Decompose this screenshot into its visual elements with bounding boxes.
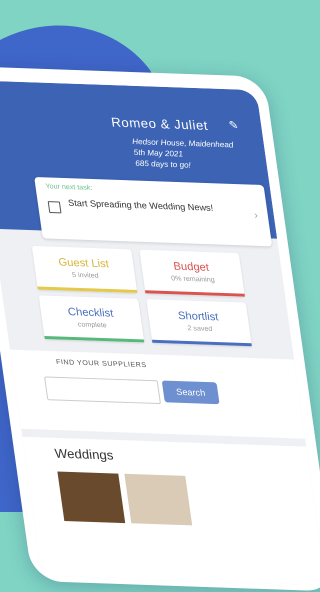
- task-label: Your next task:: [45, 183, 93, 192]
- countdown-text: 685 days to go!: [134, 158, 192, 170]
- shortlist-tile[interactable]: Shortlist 2 saved: [146, 299, 252, 347]
- wedding-image[interactable]: [124, 473, 193, 526]
- suppliers-label: FIND YOUR SUPPLIERS: [55, 359, 148, 370]
- couple-names: Romeo & Juliet: [110, 114, 209, 133]
- supplier-search-input[interactable]: [44, 376, 162, 405]
- task-checkbox[interactable]: [47, 201, 62, 214]
- shortlist-bar: [151, 339, 252, 347]
- phone-mockup: Romeo & Juliet ✎ Hedsor House, Maidenhea…: [0, 66, 320, 592]
- checklist-sub: complete: [77, 321, 108, 330]
- shortlist-sub: 2 saved: [187, 325, 213, 334]
- checklist-title: Checklist: [67, 306, 115, 320]
- weddings-section: Weddings: [22, 436, 320, 586]
- guest-list-tile[interactable]: Guest List 5 invited: [31, 245, 138, 293]
- checklist-bar: [44, 335, 145, 343]
- next-task-card[interactable]: Your next task: Start Spreading the Wedd…: [34, 176, 273, 247]
- checklist-tile[interactable]: Checklist complete: [38, 295, 145, 343]
- guest-list-title: Guest List: [57, 256, 110, 271]
- task-text: Start Spreading the Wedding News!: [67, 197, 214, 213]
- search-button[interactable]: Search: [161, 380, 220, 405]
- wedding-date: 5th May 2021: [133, 147, 184, 159]
- weddings-title: Weddings: [53, 445, 115, 463]
- budget-tile[interactable]: Budget 0% remaining: [139, 249, 245, 297]
- guest-list-sub: 5 invited: [71, 271, 100, 280]
- wedding-image[interactable]: [57, 471, 126, 524]
- shortlist-title: Shortlist: [177, 310, 220, 324]
- guest-list-bar: [37, 286, 138, 293]
- budget-sub: 0% remaining: [170, 275, 216, 284]
- chevron-right-icon: ›: [253, 210, 259, 222]
- suppliers-section: FIND YOUR SUPPLIERS Search: [9, 349, 306, 439]
- pencil-icon[interactable]: ✎: [228, 119, 239, 132]
- budget-title: Budget: [172, 260, 210, 274]
- budget-bar: [145, 290, 245, 297]
